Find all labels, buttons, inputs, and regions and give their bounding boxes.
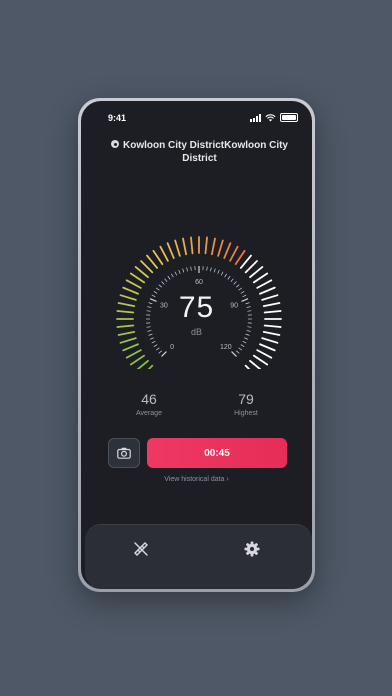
app-screen: 9:41 Kowloon City DistrictKowloon City D… (81, 101, 312, 589)
gauge-level-tick (125, 349, 142, 359)
status-time: 9:41 (108, 113, 127, 123)
gauge-level-tick (136, 359, 149, 369)
gauge-scale-tick (242, 340, 247, 344)
gauge-scale-tick (182, 268, 185, 273)
gauge-level-tick (259, 343, 276, 352)
location-pin-icon (111, 140, 119, 148)
gauge-scale-tick (238, 287, 243, 291)
gauge-scale-tick (171, 273, 174, 278)
gauge-scale-tick (149, 337, 154, 340)
gauge-scale-tick (167, 275, 171, 280)
gauge-level-tick (261, 337, 279, 344)
gauge-tick-label: 120 (220, 344, 232, 351)
highest-label: Highest (234, 410, 258, 417)
highest-stat: 79 Highest (216, 391, 276, 417)
gauge-level-tick (140, 260, 154, 274)
tab-settings[interactable] (242, 539, 262, 559)
status-bar: 9:41 (81, 110, 312, 124)
gauge-scale-tick (217, 269, 220, 274)
gauge-level-tick (119, 337, 137, 344)
gauge-scale-tick (164, 278, 168, 282)
gauge-scale-tick (220, 271, 224, 276)
view-history-label: View historical data (164, 476, 225, 483)
gauge-scale-tick (238, 347, 243, 351)
device-frame: 9:41 Kowloon City DistrictKowloon City D… (78, 98, 315, 592)
gauge-level-tick (129, 272, 146, 284)
status-icons (250, 113, 298, 122)
gauge-level-tick (134, 266, 149, 279)
average-stat: 46 Average (119, 391, 179, 417)
gauge-level-tick (239, 254, 252, 269)
ruler-pencil-icon (134, 542, 148, 556)
gauge-level-tick (152, 249, 164, 266)
gauge-level-tick (190, 236, 194, 255)
gauge-scale-tick (227, 275, 231, 280)
gauge-scale-tick (161, 281, 165, 285)
cellular-signal-icon (250, 113, 261, 122)
gauge-level-tick (129, 354, 146, 366)
gauge-scale-tick (210, 267, 212, 272)
gauge-level-tick (256, 279, 273, 289)
gauge-scale-tick (190, 266, 192, 271)
gauge-tick-label: 0 (170, 344, 174, 351)
camera-button[interactable] (108, 438, 140, 468)
gauge-level-tick (166, 242, 175, 259)
gauge-level-tick (182, 237, 188, 256)
location-header: Kowloon City DistrictKowloon City Distri… (101, 139, 298, 165)
gauge-level-tick (146, 254, 159, 269)
gauge-tick-label: 60 (195, 279, 203, 286)
decibel-unit: dB (190, 327, 202, 337)
view-history-link[interactable]: View historical data › (81, 476, 312, 483)
gauge-scale-tick (231, 351, 237, 357)
tab-measure[interactable] (131, 539, 151, 559)
gauge-scale-tick (158, 284, 162, 288)
gauge-scale-tick (206, 266, 208, 271)
gauge-scale-tick (236, 284, 240, 288)
gauge-level-tick (122, 343, 139, 352)
gauge-level-tick (229, 245, 239, 262)
gauge-scale-tick (236, 350, 240, 354)
gauge-level-tick (223, 242, 232, 259)
record-timer-button[interactable]: 00:45 (147, 438, 287, 468)
gauge-scale-tick (151, 340, 156, 344)
highest-value: 79 (238, 391, 254, 407)
gauge-scale-tick (230, 278, 234, 282)
gauge-level-tick (249, 359, 262, 369)
gauge-scale-tick (240, 344, 245, 347)
battery-icon (280, 113, 298, 122)
gauge-level-tick (210, 237, 216, 256)
gauge-level-tick (252, 354, 269, 366)
gauge-level-tick (234, 249, 246, 266)
average-label: Average (136, 410, 162, 417)
gauge-scale-tick (153, 344, 158, 347)
decibel-value: 75 (178, 291, 215, 324)
gauge-scale-tick (186, 267, 188, 272)
tab-bar (85, 524, 312, 589)
gauge-scale-tick (155, 347, 160, 351)
camera-icon (117, 447, 131, 459)
wifi-icon (265, 113, 276, 122)
chevron-right-icon: › (224, 476, 229, 483)
gear-icon (244, 541, 260, 557)
gauge-scale-tick (233, 281, 237, 285)
gauge-scale-tick (178, 269, 181, 274)
gauge-scale-tick (224, 273, 227, 278)
gauge-scale-tick (158, 350, 162, 354)
gauge-scale-tick (174, 271, 178, 276)
location-name: Kowloon City DistrictKowloon City Distri… (123, 140, 288, 164)
gauge-level-tick (256, 349, 273, 359)
gauge-scale-tick (155, 287, 160, 291)
gauge-scale-tick (213, 268, 216, 273)
gauge-level-tick (125, 279, 142, 289)
gauge-level-tick (159, 245, 169, 262)
gauge-level-tick (204, 236, 208, 255)
gauge-level-tick (252, 272, 269, 284)
gauge-level-tick (174, 239, 181, 257)
gauge-scale-tick (161, 351, 167, 357)
gauge-scale-tick (244, 337, 249, 340)
gauge-level-tick (249, 266, 264, 279)
gauge-level-tick (217, 239, 224, 257)
gauge-level-tick (244, 260, 258, 274)
average-value: 46 (141, 391, 157, 407)
